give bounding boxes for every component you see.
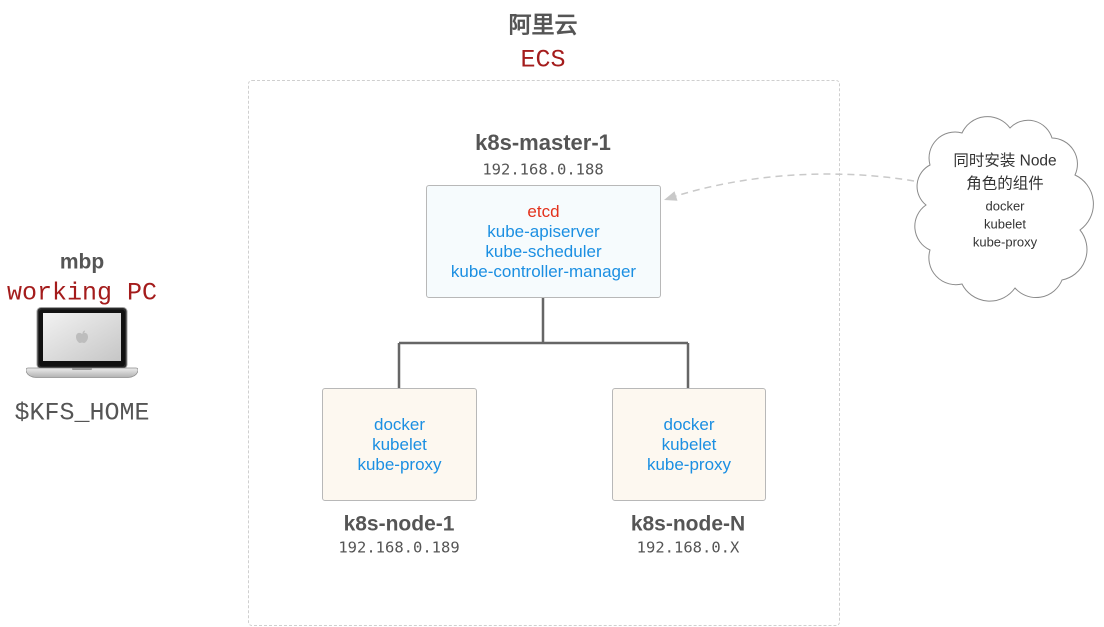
workstation-name: mbp [59, 250, 105, 274]
laptop-icon [26, 307, 138, 378]
master-component-etcd: etcd [527, 201, 560, 221]
note-component-docker: docker [985, 198, 1025, 214]
node-component-kube-proxy: kube-proxy [646, 454, 732, 474]
note-component-kube-proxy: kube-proxy [972, 234, 1038, 250]
master-component-apiserver: kube-apiserver [487, 221, 600, 241]
worker-node-box: docker kubelet kube-proxy [612, 388, 766, 501]
master-component-controller-manager: kube-controller-manager [450, 261, 637, 281]
note-pointer-arrowhead [664, 191, 678, 201]
workstation-path: $KFS_HOME [14, 398, 150, 428]
note-line: 同时安装 Node [953, 152, 1057, 170]
workstation-role: working PC [6, 278, 158, 308]
note-line: 角色的组件 [966, 175, 1044, 193]
master-component-scheduler: kube-scheduler [485, 241, 602, 261]
worker-node-ip: 192.168.0.X [636, 538, 740, 557]
master-node-ip: 192.168.0.188 [482, 160, 604, 179]
worker-node-box: docker kubelet kube-proxy [322, 388, 477, 501]
diagram-shapes-layer [397, 116, 1094, 388]
worker-node-name: k8s-node-1 [343, 512, 455, 536]
note-component-kubelet: kubelet [984, 216, 1026, 232]
provider-title: 阿里云 [508, 11, 578, 38]
master-node-box: etcd kube-apiserver kube-scheduler kube-… [426, 185, 661, 298]
provider-service-label: ECS [520, 45, 566, 75]
node-component-kubelet: kubelet [372, 434, 427, 454]
node-component-docker: docker [663, 414, 715, 434]
note-pointer-line [675, 173, 915, 197]
k8s-architecture-diagram: 阿里云 ECS k8s-master-1 192.168.0.188 etcd … [0, 0, 1104, 627]
node-component-docker: docker [373, 414, 426, 434]
master-node-name: k8s-master-1 [475, 130, 611, 155]
node-component-kube-proxy: kube-proxy [357, 454, 442, 474]
worker-node-name: k8s-node-N [630, 512, 746, 536]
worker-node-ip: 192.168.0.189 [338, 538, 460, 557]
master-to-nodes-connector [397, 298, 690, 388]
node-component-kubelet: kubelet [661, 434, 717, 454]
